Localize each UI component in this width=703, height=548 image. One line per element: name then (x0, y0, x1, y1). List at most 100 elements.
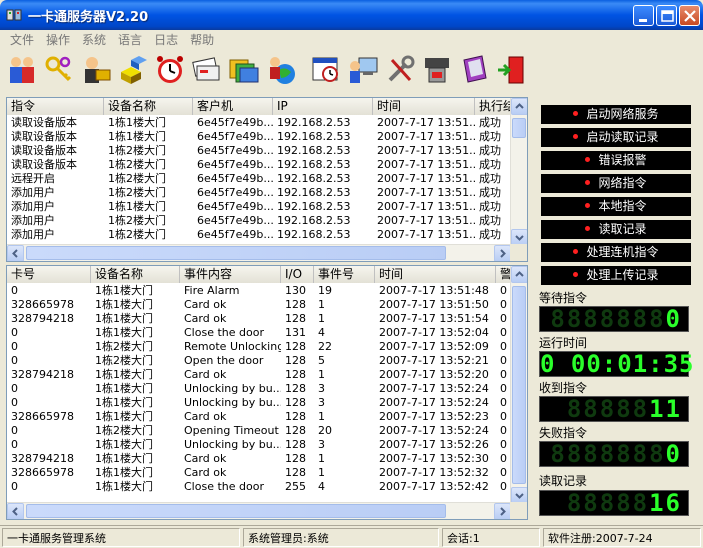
command-log-row[interactable]: 添加用户 1栋1楼大门 6e45f7e49b... 192.168.2.53 2007-… (7, 200, 511, 214)
command-log-row[interactable]: 读取设备版本 1栋2楼大门 6e45f7e49b... 192.168.2.53 200… (7, 144, 511, 158)
column-header[interactable]: 事件号 (314, 266, 375, 283)
column-header[interactable]: 时间 (375, 266, 496, 283)
minimize-button[interactable] (633, 5, 654, 26)
menu-help[interactable]: 帮助 (184, 31, 220, 48)
table-cell: Open the door (184, 354, 264, 367)
maximize-button[interactable] (656, 5, 677, 26)
command-log-row[interactable]: 添加用户 1栋2楼大门 6e45f7e49b... 192.168.2.53 2007-… (7, 228, 511, 242)
table-cell: 1栋1楼大门 (95, 480, 153, 493)
event-log-row[interactable]: 0 1栋1楼大门 Unlocking by bu... 128 3 2007-7-17 1… (7, 382, 511, 396)
command-log-hscrollbar[interactable] (7, 244, 511, 261)
boxes-icon (120, 56, 147, 84)
column-header[interactable]: 客户机 (193, 98, 273, 115)
scroll-up-button[interactable] (511, 98, 527, 115)
table-cell: Unlocking by bu... (184, 382, 281, 395)
menu-system[interactable]: 系统 (76, 31, 112, 48)
card-key-icon (84, 57, 110, 83)
command-log-row[interactable]: 远程开启 1栋2楼大门 6e45f7e49b... 192.168.2.53 2007-… (7, 172, 511, 186)
chevron-right-icon (500, 507, 506, 516)
event-log-row[interactable]: 328794218 1栋1楼大门 Card ok 128 1 2007-7-17 13:5… (7, 368, 511, 382)
table-cell: 1 (318, 312, 325, 325)
start-network-service-button[interactable]: 启动网络服务 (541, 105, 691, 124)
command-log-row[interactable]: 读取设备版本 1栋2楼大门 6e45f7e49b... 192.168.2.53 200… (7, 158, 511, 172)
event-log-row[interactable]: 0 1栋2楼大门 Opening Timeout 128 20 2007-7-17 13:… (7, 424, 511, 438)
scroll-left-button[interactable] (7, 503, 24, 519)
toolbar-card-key-button[interactable] (78, 50, 113, 90)
table-cell: Fire Alarm (184, 284, 240, 297)
toolbar-schedule-button[interactable] (308, 50, 343, 90)
scroll-right-button[interactable] (494, 245, 511, 261)
command-log-list[interactable]: 指令 设备名称 客户机 IP 时间 执行结 读取设备版本 1栋1楼大门 6e45f7… (6, 97, 528, 262)
scroll-thumb[interactable] (512, 286, 526, 484)
column-header[interactable]: 执行结 (475, 98, 511, 115)
toolbar-cards-button[interactable] (189, 50, 224, 90)
column-header[interactable]: IP (273, 98, 373, 115)
toolbar-book-button[interactable] (456, 50, 491, 90)
event-log-list[interactable]: 卡号 设备名称 事件内容 I/O 事件号 时间 警 0 1栋1楼大门 Fire Al… (6, 265, 528, 520)
event-log-hscrollbar[interactable] (7, 502, 511, 519)
event-log-row[interactable]: 0 1栋1楼大门 Unlocking by bu... 128 3 2007-7-17 1… (7, 396, 511, 410)
column-header[interactable]: 卡号 (7, 266, 91, 283)
menu-file[interactable]: 文件 (4, 31, 40, 48)
event-log-row[interactable]: 0 1栋2楼大门 Remote Unlocking 128 22 2007-7-17 13… (7, 340, 511, 354)
column-header[interactable]: 警 (496, 266, 511, 283)
error-alarm-button[interactable]: 错误报警 (541, 151, 691, 170)
scroll-right-button[interactable] (494, 503, 511, 519)
scroll-thumb[interactable] (26, 504, 446, 518)
table-cell: 2007-7-17 13:51... (377, 186, 475, 199)
toolbar-boxes-button[interactable] (115, 50, 150, 90)
toolbar-tools-button[interactable] (382, 50, 417, 90)
table-cell: 1栋1楼大门 (95, 298, 153, 311)
table-cell: 0 (500, 424, 507, 437)
column-header[interactable]: 指令 (7, 98, 104, 115)
toolbar-folders-button[interactable] (226, 50, 261, 90)
scroll-thumb[interactable] (512, 118, 526, 138)
event-log-row[interactable]: 328665978 1栋1楼大门 Card ok 128 1 2007-7-17 13:5… (7, 410, 511, 424)
title-bar[interactable]: 一卡通服务器V2.20 (0, 0, 703, 30)
table-cell: 6e45f7e49b... (197, 228, 273, 241)
event-log-row[interactable]: 328794218 1栋1楼大门 Card ok 128 1 2007-7-17 13:5… (7, 312, 511, 326)
status-dot-icon (585, 157, 591, 162)
toolbar-globe-user-button[interactable] (263, 50, 298, 90)
column-header[interactable]: 设备名称 (91, 266, 180, 283)
event-log-row[interactable]: 0 1栋1楼大门 Unlocking by bu... 128 3 2007-7-17 1… (7, 438, 511, 452)
table-cell: 192.168.2.53 (277, 158, 351, 171)
event-log-row[interactable]: 0 1栋1楼大门 Fire Alarm 130 19 2007-7-17 13:51:48… (7, 284, 511, 298)
event-log-row[interactable]: 328794218 1栋1楼大门 Card ok 128 1 2007-7-17 13:5… (7, 452, 511, 466)
command-log-row[interactable]: 读取设备版本 1栋1楼大门 6e45f7e49b... 192.168.2.53 200… (7, 130, 511, 144)
read-records-button[interactable]: 读取记录 (541, 220, 691, 239)
toolbar-alarm-button[interactable] (152, 50, 187, 90)
column-header[interactable]: 设备名称 (104, 98, 193, 115)
scroll-left-button[interactable] (7, 245, 24, 261)
toolbar-keys-button[interactable] (41, 50, 76, 90)
local-command-button[interactable]: 本地指令 (541, 197, 691, 216)
scroll-thumb[interactable] (26, 246, 446, 260)
start-read-records-button[interactable]: 启动读取记录 (541, 128, 691, 147)
process-online-command-button[interactable]: 处理连机指令 (541, 243, 691, 262)
toolbar-users-button[interactable] (4, 50, 39, 90)
column-header[interactable]: 时间 (373, 98, 475, 115)
command-log-row[interactable]: 读取设备版本 1栋1楼大门 6e45f7e49b... 192.168.2.53 200… (7, 116, 511, 130)
network-command-button[interactable]: 网络指令 (541, 174, 691, 193)
toolbar-exit-button[interactable] (493, 50, 528, 90)
event-log-row[interactable]: 0 1栋1楼大门 Close the door 131 4 2007-7-17 13:52… (7, 326, 511, 340)
event-log-row[interactable]: 328665978 1栋1楼大门 Card ok 128 1 2007-7-17 13:5… (7, 466, 511, 480)
process-upload-records-button[interactable]: 处理上传记录 (541, 266, 691, 285)
status-dot-icon (585, 203, 591, 208)
toolbar-machine-button[interactable] (419, 50, 454, 90)
event-log-row[interactable]: 0 1栋2楼大门 Open the door 128 5 2007-7-17 13:52:… (7, 354, 511, 368)
menu-log[interactable]: 日志 (148, 31, 184, 48)
column-header[interactable]: I/O (281, 266, 314, 283)
column-header[interactable]: 事件内容 (180, 266, 281, 283)
close-button[interactable] (679, 5, 700, 26)
event-log-row[interactable]: 0 1栋1楼大门 Close the door 255 4 2007-7-17 13:52… (7, 480, 511, 494)
command-log-row[interactable]: 添加用户 1栋2楼大门 6e45f7e49b... 192.168.2.53 2007-… (7, 186, 511, 200)
toolbar-user-computer-button[interactable] (345, 50, 380, 90)
event-log-row[interactable]: 328665978 1栋1楼大门 Card ok 128 1 2007-7-17 13:5… (7, 298, 511, 312)
command-log-row[interactable]: 添加用户 1栋2楼大门 6e45f7e49b... 192.168.2.53 2007-… (7, 214, 511, 228)
event-log-vscrollbar[interactable] (510, 266, 527, 504)
command-log-vscrollbar[interactable] (510, 98, 527, 246)
scroll-up-button[interactable] (511, 266, 527, 283)
menu-language[interactable]: 语言 (112, 31, 148, 48)
menu-operation[interactable]: 操作 (40, 31, 76, 48)
